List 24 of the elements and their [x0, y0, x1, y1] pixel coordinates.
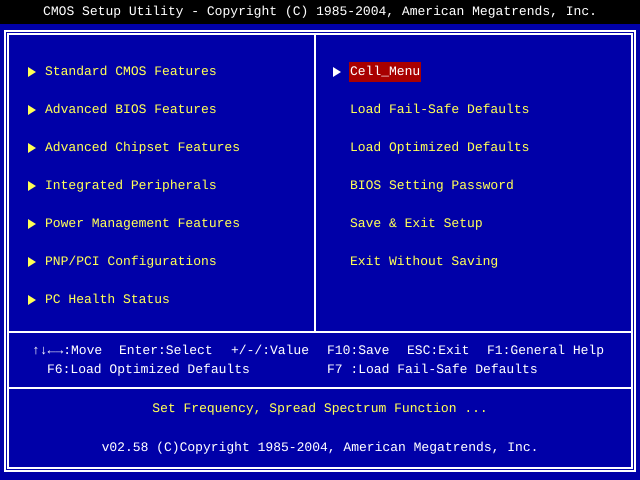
key-hint: F7 :Load Fail-Safe Defaults [327, 361, 538, 379]
menu-item[interactable]: PNP/PCI Configurations [44, 252, 218, 272]
menu-item[interactable]: Advanced BIOS Features [44, 100, 218, 120]
menu-item[interactable]: Integrated Peripherals [44, 176, 218, 196]
menu-item[interactable]: Advanced Chipset Features [44, 138, 242, 158]
key-hint: F6:Load Optimized Defaults [47, 361, 250, 379]
menu-item[interactable]: Cell_Menu [349, 62, 422, 82]
menu-item[interactable]: Load Fail-Safe Defaults [349, 100, 530, 120]
key-hint: Enter:Select [119, 342, 213, 360]
menu-item[interactable]: Power Management Features [44, 214, 242, 234]
status-text: Set Frequency, Spread Spectrum Function ... [152, 400, 488, 418]
key-hint: F1:General Help [487, 342, 604, 360]
menu-item[interactable]: BIOS Setting Password [349, 176, 515, 196]
key-hint: +/-/:Value [231, 342, 310, 360]
key-hint: ↑↓←→:Move [32, 342, 102, 360]
key-hint: ESC:Exit [407, 342, 470, 360]
key-hint: F10:Save [327, 342, 390, 360]
menu-item[interactable]: Standard CMOS Features [44, 62, 218, 82]
window-title: CMOS Setup Utility - Copyright (C) 1985-2004, American Megatrends, Inc. [43, 3, 597, 22]
menu-item[interactable]: Exit Without Saving [349, 252, 500, 272]
menu-item[interactable]: Save & Exit Setup [349, 214, 484, 234]
menu-item[interactable]: PC Health Status [44, 290, 171, 310]
copyright-text: v02.58 (C)Copyright 1985-2004, American Megatrends, Inc. [102, 438, 538, 456]
menu-item[interactable]: Load Optimized Defaults [349, 138, 530, 158]
